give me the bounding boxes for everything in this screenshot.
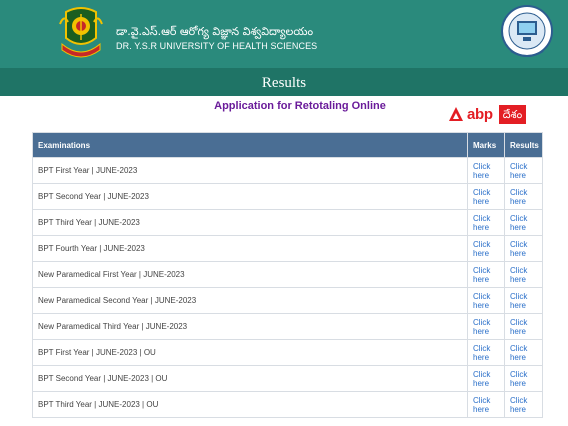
results-link[interactable]: Click here [503, 391, 544, 418]
university-name-telugu: డా.వై.ఎస్.ఆర్ ఆరోగ్య విజ్ఞాన విశ్వవిద్యా… [116, 25, 314, 38]
results-table: Examinations Marks Results BPT First Yea… [31, 132, 544, 418]
results-banner: Results [0, 68, 568, 96]
abp-triangle-icon [449, 107, 463, 121]
results-link[interactable]: Click here [503, 209, 544, 236]
results-link[interactable]: Click here [503, 183, 544, 210]
table-row: BPT Second Year | JUNE-2023 Click here C… [31, 183, 544, 210]
table-row: New Paramedical Second Year | JUNE-2023 … [31, 287, 544, 314]
results-link[interactable]: Click here [503, 157, 544, 184]
exam-name: New Paramedical Third Year | JUNE-2023 [31, 313, 469, 340]
exam-name: BPT Second Year | JUNE-2023 [31, 183, 469, 210]
marks-link[interactable]: Click here [467, 287, 505, 314]
exam-name: New Paramedical Second Year | JUNE-2023 [31, 287, 469, 314]
results-link[interactable]: Click here [503, 261, 544, 288]
marks-link[interactable]: Click here [467, 261, 505, 288]
table-row: BPT First Year | JUNE-2023 | OU Click he… [31, 339, 544, 366]
table-row: BPT Third Year | JUNE-2023 | OU Click he… [31, 391, 544, 418]
exam-name: BPT Second Year | JUNE-2023 | OU [31, 365, 469, 392]
marks-link[interactable]: Click here [467, 365, 505, 392]
marks-link[interactable]: Click here [467, 209, 505, 236]
table-row: BPT Fourth Year | JUNE-2023 Click here C… [31, 235, 544, 262]
marks-link[interactable]: Click here [467, 391, 505, 418]
header-marks: Marks [467, 132, 505, 158]
table-row: BPT Third Year | JUNE-2023 Click here Cl… [31, 209, 544, 236]
abp-desham-badge: దేశం [498, 104, 527, 124]
header-results: Results [503, 132, 544, 158]
site-header: డా.వై.ఎస్.ఆర్ ఆరోగ్య విజ్ఞాన విశ్వవిద్యా… [0, 0, 568, 68]
university-seal-icon [501, 5, 553, 57]
watermark-logo: abp దేశం [448, 104, 527, 124]
page-title: Results [261, 75, 307, 91]
results-link[interactable]: Click here [503, 365, 544, 392]
university-emblem-icon[interactable] [58, 4, 104, 64]
marks-link[interactable]: Click here [467, 183, 505, 210]
exam-name: BPT First Year | JUNE-2023 [31, 157, 469, 184]
university-name-english: DR. Y.S.R UNIVERSITY OF HEALTH SCIENCES [116, 41, 318, 51]
exam-name: New Paramedical First Year | JUNE-2023 [31, 261, 469, 288]
marks-link[interactable]: Click here [467, 313, 505, 340]
table-row: New Paramedical First Year | JUNE-2023 C… [31, 261, 544, 288]
table-header-row: Examinations Marks Results [31, 132, 544, 158]
marks-link[interactable]: Click here [467, 235, 505, 262]
marks-link[interactable]: Click here [467, 157, 505, 184]
results-link[interactable]: Click here [503, 287, 544, 314]
abp-brand-text: abp [467, 105, 493, 123]
exam-name: BPT First Year | JUNE-2023 | OU [31, 339, 469, 366]
table-row: New Paramedical Third Year | JUNE-2023 C… [31, 313, 544, 340]
results-link[interactable]: Click here [503, 339, 544, 366]
table-row: BPT First Year | JUNE-2023 Click here Cl… [31, 157, 544, 184]
table-row: BPT Second Year | JUNE-2023 | OU Click h… [31, 365, 544, 392]
exam-name: BPT Third Year | JUNE-2023 | OU [31, 391, 469, 418]
page-subtitle: Application for Retotaling Online [214, 100, 386, 112]
results-link[interactable]: Click here [503, 313, 544, 340]
header-examinations: Examinations [31, 132, 469, 158]
results-link[interactable]: Click here [503, 235, 544, 262]
exam-name: BPT Fourth Year | JUNE-2023 [31, 235, 469, 262]
marks-link[interactable]: Click here [467, 339, 505, 366]
exam-name: BPT Third Year | JUNE-2023 [31, 209, 469, 236]
